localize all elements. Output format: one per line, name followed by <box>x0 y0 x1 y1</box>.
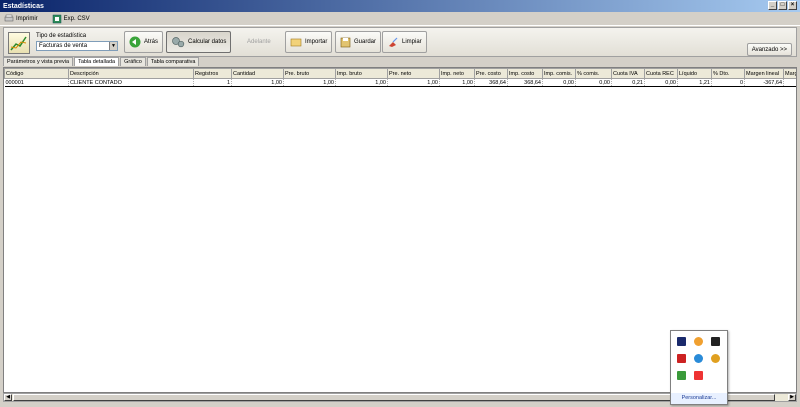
printer-icon <box>4 14 14 22</box>
clear-label: Limpiar <box>402 39 422 45</box>
table-cell: 0,21 <box>611 78 645 87</box>
table-cell: 0,00 <box>575 78 612 87</box>
table-cell: 0,00 <box>644 78 678 87</box>
column-header[interactable]: Código <box>4 68 69 79</box>
statistics-icon <box>8 32 30 54</box>
column-header[interactable]: Pre. bruto <box>283 68 336 79</box>
column-header[interactable]: Cuota REC <box>644 68 678 79</box>
column-header[interactable]: Imp. comis. <box>542 68 576 79</box>
scroll-thumb[interactable] <box>13 394 775 401</box>
column-header[interactable]: Imp. neto <box>439 68 475 79</box>
table-cell: 368,64 <box>474 78 508 87</box>
back-button[interactable]: Atrás <box>124 31 164 53</box>
column-header[interactable]: % comis. <box>575 68 612 79</box>
table-cell: 000001 <box>4 78 69 87</box>
table-cell: 1,00 <box>335 78 388 87</box>
tab-strip: Parámetros y vista previa Tabla detallad… <box>3 57 200 66</box>
clear-button[interactable]: Limpiar <box>382 31 427 53</box>
next-button[interactable]: Adelante <box>242 31 276 53</box>
table-cell: -367,64 <box>744 78 784 87</box>
table-cell: 0,00 <box>542 78 576 87</box>
tab-tabla-comparativa[interactable]: Tabla comparativa <box>146 57 200 66</box>
table-cell: CLIENTE CONTADO <box>68 78 194 87</box>
save-icon <box>340 37 351 47</box>
next-label: Adelante <box>247 39 271 45</box>
table-cell: 1 <box>193 78 232 87</box>
import-button[interactable]: Importar <box>285 31 333 53</box>
app-icon[interactable] <box>694 354 703 363</box>
save-label: Guardar <box>354 39 377 45</box>
chevron-down-icon[interactable]: ▼ <box>109 42 117 50</box>
print-button[interactable]: Imprimir <box>4 14 38 23</box>
tab-tabla-detallada[interactable]: Tabla detallada <box>74 57 120 66</box>
import-icon <box>290 38 302 47</box>
save-button[interactable]: Guardar <box>335 31 382 53</box>
table-row[interactable]: 000001 CLIENTE CONTADO 1 1,00 1,00 1,00 … <box>4 78 796 87</box>
app-icon[interactable] <box>677 354 686 363</box>
quick-launch-popup: Personalizar... <box>670 330 728 405</box>
title-bar: Estadísticas _ □ × <box>0 0 800 12</box>
tab-parametros[interactable]: Parámetros y vista previa <box>3 57 74 66</box>
app-icon[interactable] <box>694 337 703 346</box>
table-cell: 1,21 <box>677 78 712 87</box>
close-button[interactable]: × <box>788 1 797 10</box>
table-cell: 1,00 <box>283 78 336 87</box>
table-cell: 368,64 <box>507 78 543 87</box>
advanced-label: Avanzado >> <box>751 46 787 53</box>
gears-icon <box>172 37 185 48</box>
tipo-label: Tipo de estadística <box>36 33 87 39</box>
tipo-select[interactable]: Facturas de venta ▼ <box>36 41 118 51</box>
app-icon[interactable] <box>677 337 686 346</box>
print-label: Imprimir <box>16 15 38 22</box>
table-cell: 0 <box>711 78 745 87</box>
minimize-button[interactable]: _ <box>768 1 777 10</box>
pdf-icon[interactable] <box>694 371 703 380</box>
table-cell <box>783 78 796 87</box>
scroll-left-icon[interactable]: ◀ <box>4 394 12 401</box>
window-title: Estadísticas <box>3 2 44 10</box>
menu-bar: Imprimir Exp. CSV <box>0 12 800 26</box>
broom-icon <box>389 37 398 47</box>
column-header[interactable]: Pre. neto <box>387 68 440 79</box>
column-header[interactable]: Margen lineal <box>744 68 784 79</box>
table-cell: 1,00 <box>231 78 284 87</box>
csv-icon <box>52 14 61 23</box>
column-header[interactable]: Marg <box>783 68 796 79</box>
customize-link[interactable]: Personalizar... <box>671 393 727 404</box>
export-csv-button[interactable]: Exp. CSV <box>52 14 90 24</box>
app-icon[interactable] <box>677 371 686 380</box>
back-arrow-icon <box>129 36 141 48</box>
scroll-right-icon[interactable]: ▶ <box>788 394 796 401</box>
app-icon[interactable] <box>711 337 720 346</box>
app-icon[interactable] <box>711 354 720 363</box>
back-label: Atrás <box>144 39 159 45</box>
tipo-value: Facturas de venta <box>39 43 88 49</box>
column-header[interactable]: Líquido <box>677 68 712 79</box>
calculate-button[interactable]: Calcular datos <box>166 31 232 53</box>
column-header[interactable]: Descripción <box>68 68 194 79</box>
table-cell: 1,00 <box>387 78 440 87</box>
table-cell: 1,00 <box>439 78 475 87</box>
export-label: Exp. CSV <box>63 15 90 22</box>
tab-grafico[interactable]: Gráfico <box>120 57 146 66</box>
column-header[interactable]: Registros <box>193 68 232 79</box>
advanced-button[interactable]: Avanzado >> <box>746 43 792 56</box>
import-label: Importar <box>305 39 328 45</box>
column-header[interactable]: Imp. bruto <box>335 68 388 79</box>
table-header: Código Descripción Registros Cantidad Pr… <box>4 68 796 79</box>
calculate-label: Calcular datos <box>188 39 227 45</box>
column-header[interactable]: Cantidad <box>231 68 284 79</box>
column-header[interactable]: % Dto. <box>711 68 745 79</box>
column-header[interactable]: Pre. costo <box>474 68 508 79</box>
column-header[interactable]: Cuota IVA <box>611 68 645 79</box>
toolbar: Tipo de estadística Facturas de venta ▼ … <box>3 27 797 57</box>
column-header[interactable]: Imp. costo <box>507 68 543 79</box>
maximize-button[interactable]: □ <box>778 1 787 10</box>
